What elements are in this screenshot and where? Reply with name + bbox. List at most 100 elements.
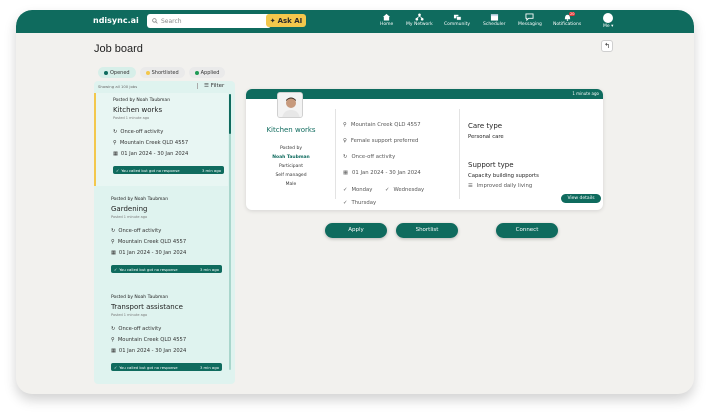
job-card[interactable]: Posted by Noah Taubman Transport assista…	[94, 290, 228, 383]
list-scrollbar-thumb[interactable]	[229, 94, 231, 134]
check-icon: ✓	[114, 266, 118, 272]
job-posted-time: Posted 1 minute ago	[111, 215, 148, 219]
person-photo-icon	[278, 93, 302, 117]
shortlist-button[interactable]: Shortlist	[396, 223, 458, 238]
poster-gender: Male	[285, 182, 297, 187]
job-posted-by: Posted by Noah Taubman	[113, 98, 171, 103]
nav-me[interactable]: Me ▾	[603, 13, 613, 29]
care-type-value: Personal care	[468, 134, 504, 140]
nav-community[interactable]: Community	[444, 13, 470, 27]
connect-button[interactable]: Connect	[496, 223, 558, 238]
tab-applied[interactable]: Applied	[188, 67, 226, 78]
job-dates-row: ▦ 01 Jan 2024 - 30 Jan 2024	[111, 348, 186, 354]
repeat-icon: ↻	[111, 228, 116, 234]
detail-dates: 01 Jan 2024 - 30 Jan 2024	[352, 170, 421, 176]
back-arrow-icon: ↰	[604, 42, 610, 50]
job-posted-by: Posted by Noah Taubman	[111, 197, 169, 202]
location-pin-icon: ⚲	[113, 140, 117, 146]
gender-icon: ♀	[343, 138, 347, 144]
page-title: Job board	[94, 43, 143, 55]
nav-notifications-label: Notifications	[553, 22, 582, 27]
check-icon: ✓	[343, 200, 348, 206]
view-details-button[interactable]: View details	[561, 194, 601, 203]
day-label: Wednesday	[393, 187, 425, 193]
job-activity-row: ↻ Once-off activity	[111, 326, 161, 332]
detail-location-row: ⚲ Mountain Creek QLD 4557	[343, 122, 421, 128]
job-location: Mountain Creek QLD 4557	[117, 239, 187, 245]
job-card[interactable]: Posted by Noah Taubman Kitchen works Pos…	[94, 93, 228, 186]
poster-management: Self managed	[275, 173, 307, 178]
shortlisted-dot-icon	[145, 70, 150, 75]
job-title: Transport assistance	[111, 303, 183, 311]
divider	[459, 109, 460, 199]
job-status-time: 3 min ago	[199, 266, 219, 272]
notification-badge: 20	[569, 12, 576, 16]
tab-opened[interactable]: Opened	[98, 67, 136, 78]
job-status-pill: ✓ You called but got no response 3 min ago	[111, 363, 222, 371]
support-type-value: Capacity building supports	[468, 173, 539, 179]
opened-dot-icon	[104, 70, 108, 75]
support-type-heading: Support type	[468, 161, 514, 169]
job-location-row: ⚲ Mountain Creek QLD 4557	[111, 239, 186, 245]
job-dates: 01 Jan 2024 - 30 Jan 2024	[118, 250, 187, 256]
nav-messaging[interactable]: Messaging	[518, 13, 542, 27]
back-button[interactable]: ↰	[601, 40, 613, 52]
support-sub-value: Improved daily living	[476, 183, 533, 189]
calendar-icon	[490, 14, 498, 21]
search-icon	[152, 18, 158, 24]
list-summary: Showing all 100 jobs	[98, 84, 138, 89]
job-dates: 01 Jan 2024 - 30 Jan 2024	[120, 151, 189, 157]
nav-my-network[interactable]: My Network	[406, 13, 433, 27]
location-pin-icon: ⚲	[111, 239, 115, 245]
ask-ai-button[interactable]: ✦ Ask AI	[266, 14, 306, 27]
job-posted-time: Posted 1 minute ago	[113, 116, 150, 120]
apply-button[interactable]: Apply	[325, 223, 387, 238]
detail-activity: Once-off activity	[351, 154, 396, 160]
check-icon: ✓	[116, 167, 120, 173]
support-sub-row: ☰ Improved daily living	[468, 183, 532, 189]
app-window: ndisync.ai Search ✦ Ask AI Home My Netwo…	[16, 10, 694, 394]
list-scrollbar[interactable]	[229, 94, 231, 370]
job-status-pill: ✓ You called but got no response 3 min ago	[113, 166, 224, 174]
search-input[interactable]: Search	[147, 14, 271, 28]
search-placeholder: Search	[161, 17, 182, 25]
filter-button[interactable]: ☰ Filter	[204, 83, 224, 89]
detail-day-monday: ✓ Monday	[343, 187, 372, 193]
detail-job-title: Kitchen works	[266, 126, 316, 134]
chevron-down-icon: ▾	[611, 24, 614, 29]
calendar-icon: ▦	[113, 151, 118, 157]
check-icon: ✓	[343, 187, 348, 193]
location-pin-icon: ⚲	[343, 122, 347, 128]
nav-notifications[interactable]: 20 Notifications	[553, 12, 582, 27]
check-icon: ✓	[385, 187, 390, 193]
detail-activity-row: ↻ Once-off activity	[343, 154, 395, 160]
job-card[interactable]: Posted by Noah Taubman Gardening Posted …	[94, 192, 228, 285]
day-label: Thursday	[351, 200, 377, 206]
check-icon: ✓	[114, 364, 118, 370]
job-status-text: You called but got no response	[119, 266, 178, 272]
poster-avatar	[277, 92, 303, 118]
nav-me-label: Me ▾	[603, 24, 613, 29]
job-list-panel: Showing all 100 jobs ☰ Filter Posted by …	[94, 81, 235, 384]
ask-ai-label: Ask AI	[277, 16, 303, 25]
job-status-time: 3 min ago	[199, 364, 219, 370]
nav-home[interactable]: Home	[380, 13, 393, 27]
job-title: Kitchen works	[113, 106, 163, 114]
repeat-icon: ↻	[111, 326, 116, 332]
app-logo[interactable]: ndisync.ai	[93, 16, 139, 25]
job-detail-card: 1 minute ago Kitchen works Posted by Noa…	[246, 89, 603, 210]
job-location: Mountain Creek QLD 4557	[117, 337, 187, 343]
tab-shortlisted-label: Shortlisted	[151, 69, 179, 76]
nav-scheduler[interactable]: Scheduler	[483, 13, 506, 27]
job-activity: Once-off activity	[120, 129, 164, 135]
calendar-icon: ▦	[111, 348, 116, 354]
day-label: Monday	[351, 187, 373, 193]
care-type-heading: Care type	[468, 122, 503, 130]
poster-role: Participant	[278, 164, 304, 169]
job-activity: Once-off activity	[118, 326, 162, 332]
list-icon: ☰	[468, 183, 473, 189]
job-activity-row: ↻ Once-off activity	[113, 129, 163, 135]
job-title: Gardening	[111, 205, 148, 213]
tab-shortlisted[interactable]: Shortlisted	[139, 67, 185, 78]
poster-name[interactable]: Noah Taubman	[246, 155, 336, 160]
